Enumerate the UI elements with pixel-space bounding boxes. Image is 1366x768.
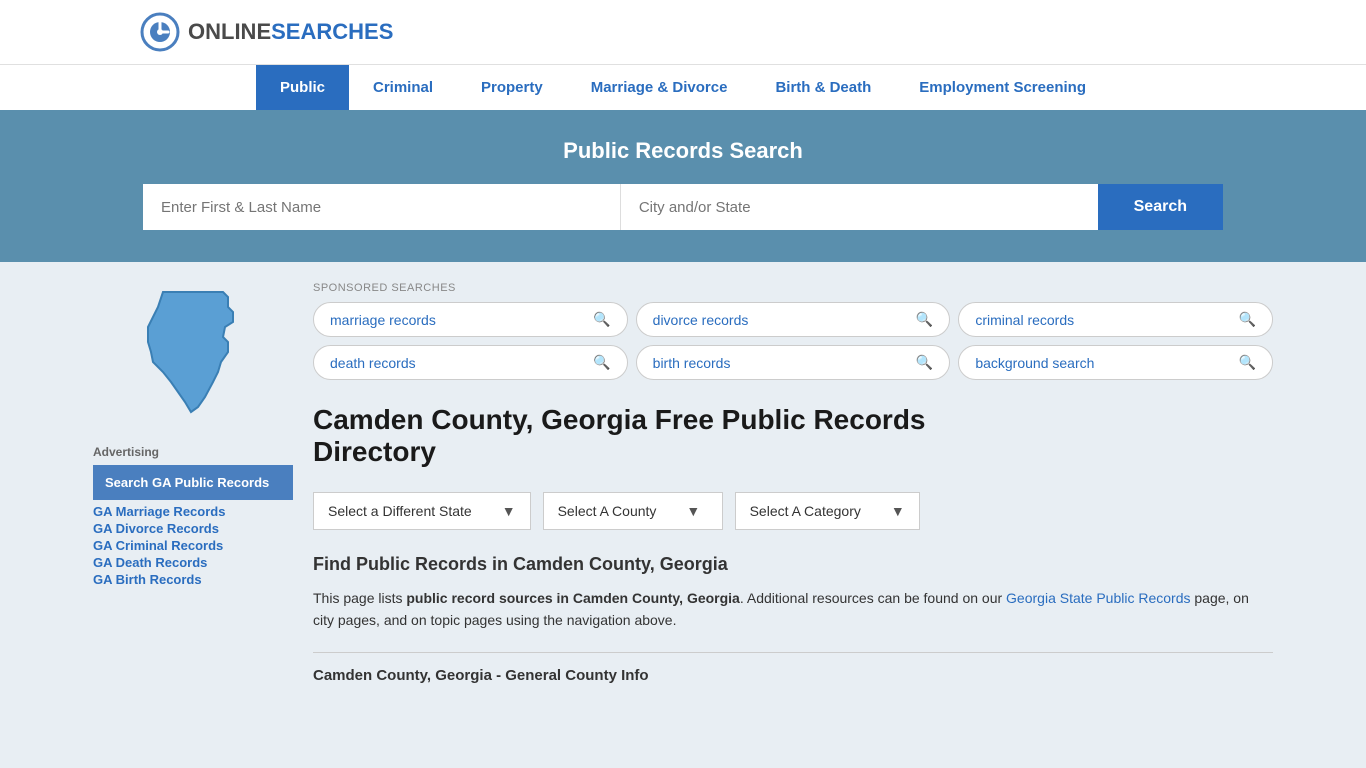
header: ONLINESEARCHES <box>0 0 1366 64</box>
sidebar-link-marriage[interactable]: GA Marriage Records <box>93 504 293 519</box>
nav-property[interactable]: Property <box>457 65 567 110</box>
chevron-down-icon-county: ▼ <box>686 503 700 519</box>
search-icon-2: 🔍 <box>916 311 933 328</box>
tag-criminal-records[interactable]: criminal records 🔍 <box>958 302 1273 337</box>
hero-title: Public Records Search <box>140 138 1226 164</box>
sidebar-link-birth[interactable]: GA Birth Records <box>93 572 293 587</box>
chevron-down-icon-category: ▼ <box>891 503 905 519</box>
search-icon-4: 🔍 <box>593 354 610 371</box>
page-title: Camden County, Georgia Free Public Recor… <box>313 404 1273 468</box>
tag-birth-label: birth records <box>653 355 731 371</box>
sidebar-link-death[interactable]: GA Death Records <box>93 555 293 570</box>
search-icon-3: 🔍 <box>1239 311 1256 328</box>
search-icon-1: 🔍 <box>593 311 610 328</box>
page-title-section: Camden County, Georgia Free Public Recor… <box>313 404 1273 468</box>
find-section: Find Public Records in Camden County, Ge… <box>313 554 1273 632</box>
nav-birth-death[interactable]: Birth & Death <box>751 65 895 110</box>
search-bar: Search <box>143 184 1223 230</box>
logo-text: ONLINESEARCHES <box>188 19 393 45</box>
county-info-header: Camden County, Georgia - General County … <box>313 652 1273 684</box>
location-input[interactable] <box>621 184 1098 230</box>
chevron-down-icon-state: ▼ <box>502 503 516 519</box>
state-dropdown-label: Select a Different State <box>328 503 472 519</box>
search-button[interactable]: Search <box>1098 184 1223 230</box>
main-content: Advertising Search GA Public Records GA … <box>73 262 1293 704</box>
find-section-heading: Find Public Records in Camden County, Ge… <box>313 554 1273 575</box>
state-dropdown[interactable]: Select a Different State ▼ <box>313 492 531 530</box>
search-icon-6: 🔍 <box>1239 354 1256 371</box>
nav-public[interactable]: Public <box>256 65 349 110</box>
category-dropdown-label: Select A Category <box>750 503 861 519</box>
tag-background-search[interactable]: background search 🔍 <box>958 345 1273 380</box>
tag-divorce-label: divorce records <box>653 312 749 328</box>
hero-banner: Public Records Search Search <box>0 110 1366 262</box>
nav-marriage-divorce[interactable]: Marriage & Divorce <box>567 65 752 110</box>
nav-criminal[interactable]: Criminal <box>349 65 457 110</box>
find-section-body: This page lists public record sources in… <box>313 587 1273 632</box>
dropdowns: Select a Different State ▼ Select A Coun… <box>313 492 1273 530</box>
content-area: SPONSORED SEARCHES marriage records 🔍 di… <box>313 282 1273 684</box>
tag-background-label: background search <box>975 355 1094 371</box>
sidebar-link-criminal[interactable]: GA Criminal Records <box>93 538 293 553</box>
category-dropdown[interactable]: Select A Category ▼ <box>735 492 920 530</box>
sidebar-link-divorce[interactable]: GA Divorce Records <box>93 521 293 536</box>
tag-divorce-records[interactable]: divorce records 🔍 <box>636 302 951 337</box>
tag-death-label: death records <box>330 355 416 371</box>
nav-employment[interactable]: Employment Screening <box>895 65 1110 110</box>
name-input[interactable] <box>143 184 621 230</box>
sidebar: Advertising Search GA Public Records GA … <box>93 282 293 684</box>
state-map <box>93 282 293 425</box>
search-icon-5: 🔍 <box>916 354 933 371</box>
ad-box[interactable]: Search GA Public Records <box>93 465 293 500</box>
county-dropdown-label: Select A County <box>558 503 657 519</box>
tag-marriage-label: marriage records <box>330 312 436 328</box>
tag-death-records[interactable]: death records 🔍 <box>313 345 628 380</box>
advertising-label: Advertising <box>93 445 293 459</box>
logo-icon <box>140 12 180 52</box>
tag-criminal-label: criminal records <box>975 312 1074 328</box>
logo[interactable]: ONLINESEARCHES <box>140 12 393 52</box>
main-nav: Public Criminal Property Marriage & Divo… <box>0 64 1366 110</box>
georgia-map-icon <box>133 282 253 422</box>
georgia-state-link[interactable]: Georgia State Public Records <box>1006 590 1190 606</box>
tag-birth-records[interactable]: birth records 🔍 <box>636 345 951 380</box>
tag-marriage-records[interactable]: marriage records 🔍 <box>313 302 628 337</box>
county-dropdown[interactable]: Select A County ▼ <box>543 492 723 530</box>
search-tags: marriage records 🔍 divorce records 🔍 cri… <box>313 302 1273 380</box>
sponsored-label: SPONSORED SEARCHES <box>313 282 1273 294</box>
